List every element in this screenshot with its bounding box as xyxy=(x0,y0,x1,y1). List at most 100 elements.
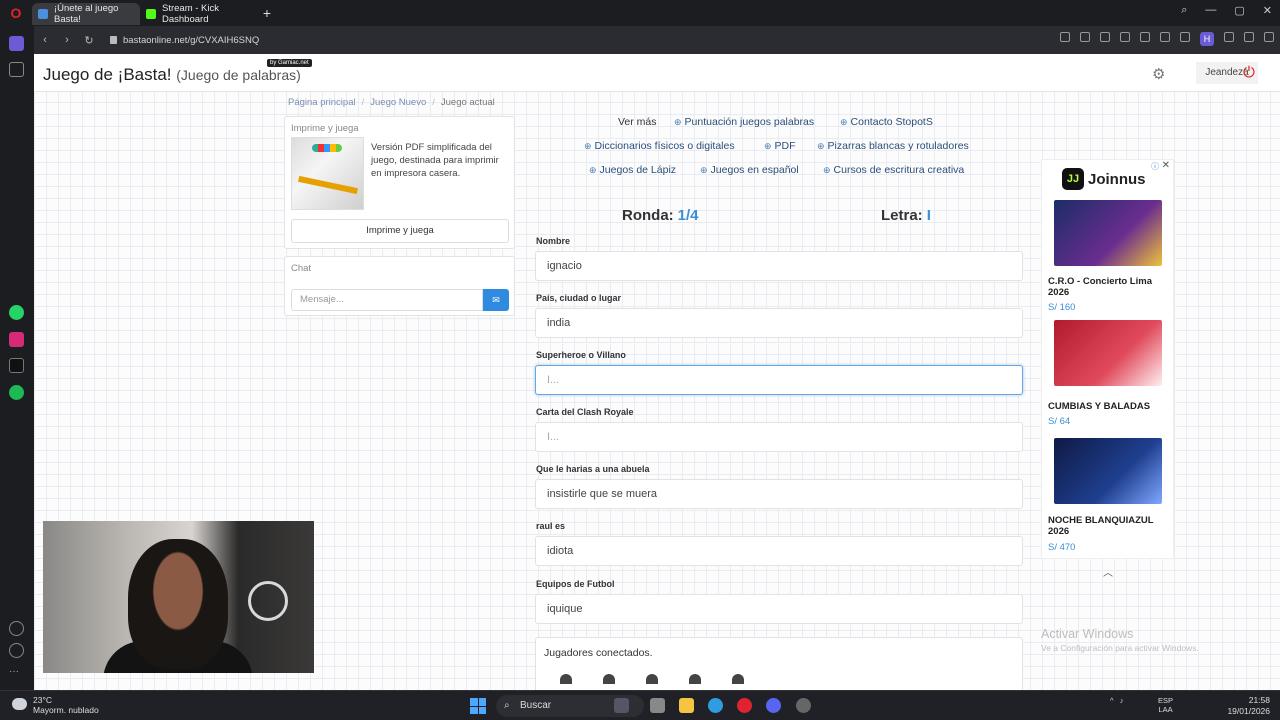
url-field[interactable]: bastaonline.net/g/CVXAIH6SNQ xyxy=(110,35,259,46)
search-tabs-icon[interactable]: ⌕ xyxy=(1181,4,1187,17)
pdf-link[interactable]: ⊕ PDF xyxy=(764,140,796,152)
ad-image-noche[interactable] xyxy=(1054,438,1162,504)
player-avatar-icon[interactable] xyxy=(646,674,658,684)
puntuacion-link[interactable]: ⊕ Puntuación juegos palabras xyxy=(674,116,814,128)
system-clock[interactable]: 21:58 19/01/2026 xyxy=(1227,695,1270,717)
history-icon[interactable] xyxy=(9,643,24,658)
heart-icon[interactable] xyxy=(1140,32,1150,42)
breadcrumb-home[interactable]: Página principal xyxy=(288,97,356,108)
site-title[interactable]: Juego de ¡Basta! (Juego de palabras) xyxy=(43,65,301,85)
spotify-icon[interactable] xyxy=(9,385,24,400)
wifi-icon[interactable] xyxy=(1224,32,1234,42)
opera-icon[interactable] xyxy=(737,698,752,713)
ad-image-cro[interactable] xyxy=(1054,200,1162,266)
play-icon[interactable] xyxy=(1120,32,1130,42)
opera-logo-icon[interactable]: O xyxy=(0,0,32,26)
lapiz-link[interactable]: ⊕ Juegos de Lápiz xyxy=(589,164,676,176)
ad-item-name[interactable]: C.R.O - Concierto Lima 2026 xyxy=(1048,276,1170,298)
breadcrumb-new-game[interactable]: Juego Nuevo xyxy=(370,97,426,108)
weather-temp: 23°C xyxy=(33,695,52,705)
maximize-button[interactable]: ▢ xyxy=(1234,4,1244,17)
field-abuela[interactable]: insistirle que se muera xyxy=(535,479,1023,509)
forward-button[interactable]: › xyxy=(56,34,78,46)
message-icon: ✉ xyxy=(492,295,500,305)
new-tab-button[interactable]: + xyxy=(258,4,276,22)
language-indicator[interactable]: ESP LAA xyxy=(1158,696,1173,714)
share-icon[interactable] xyxy=(1060,32,1070,42)
print-panel: Imprime y juega Versión PDF simplificada… xyxy=(284,116,515,249)
ad-info-icon[interactable]: ⓘ xyxy=(1151,161,1159,172)
link-icon: ⊕ xyxy=(584,141,592,151)
ver-mas-link[interactable]: Ver más xyxy=(618,116,657,128)
heart-icon[interactable] xyxy=(9,621,24,636)
player-avatar-icon[interactable] xyxy=(603,674,615,684)
task-view-icon[interactable] xyxy=(650,698,665,713)
gear-icon[interactable]: ⚙ xyxy=(1152,65,1165,83)
joinnus-logo-icon: JJ xyxy=(1062,168,1084,190)
power-icon[interactable]: ⏻ xyxy=(1243,64,1255,81)
home-icon[interactable] xyxy=(9,36,24,51)
whatsapp-icon[interactable] xyxy=(9,305,24,320)
breadcrumb: Página principal / Juego Nuevo / Juego a… xyxy=(288,97,495,108)
chat-send-button[interactable]: ✉ xyxy=(483,289,509,311)
connected-players-panel: Jugadores conectados. xyxy=(535,637,1023,690)
ad-close-icon[interactable]: ✕ xyxy=(1162,160,1170,171)
instagram-icon[interactable] xyxy=(9,332,24,347)
round-label: Ronda: xyxy=(622,207,674,224)
ad-image-cumbias[interactable] xyxy=(1054,320,1162,386)
reload-button[interactable]: ↻ xyxy=(78,34,100,47)
link-label: Juegos de Lápiz xyxy=(599,164,677,176)
tab-kick-dashboard[interactable]: Stream - Kick Dashboard xyxy=(140,3,258,25)
ad-item-name[interactable]: CUMBIAS Y BALADAS xyxy=(1048,401,1170,412)
letter-label: Letra: xyxy=(881,207,923,224)
close-window-button[interactable]: ✕ xyxy=(1263,4,1272,17)
field-superheroe[interactable]: I... xyxy=(535,365,1023,395)
menu-icon[interactable] xyxy=(1180,32,1190,42)
x-twitter-icon[interactable] xyxy=(9,358,24,373)
field-raul[interactable]: idiota xyxy=(535,536,1023,566)
lang-secondary: LAA xyxy=(1158,705,1173,714)
field-pais[interactable]: india xyxy=(535,308,1023,338)
settings-icon[interactable] xyxy=(1244,32,1254,42)
file-explorer-icon[interactable] xyxy=(679,698,694,713)
weather-widget[interactable]: 23°C Mayorm. nublado xyxy=(33,695,99,715)
diccionarios-link[interactable]: ⊕ Diccionarios físicos o digitales xyxy=(584,140,735,152)
print-button[interactable]: Imprime y juega xyxy=(291,219,509,243)
field-futbol[interactable]: iquique xyxy=(535,594,1023,624)
extension-h-icon[interactable]: H xyxy=(1200,32,1214,46)
star-icon[interactable] xyxy=(9,62,24,77)
print-description: Versión PDF simplificada del juego, dest… xyxy=(371,142,499,179)
steam-icon[interactable] xyxy=(796,698,811,713)
field-nombre[interactable]: ignacio xyxy=(535,251,1023,281)
pizarras-link[interactable]: ⊕ Pizarras blancas y rotuladores xyxy=(817,140,969,152)
edge-icon[interactable] xyxy=(708,698,723,713)
chat-input[interactable]: Mensaje... xyxy=(291,289,483,311)
espanol-link[interactable]: ⊕ Juegos en español xyxy=(700,164,799,176)
tab-basta[interactable]: ¡Únete al juego Basta! xyxy=(32,3,140,25)
player-avatar-icon[interactable] xyxy=(560,674,572,684)
download-icon[interactable] xyxy=(1160,32,1170,42)
field-clash-royale[interactable]: I... xyxy=(535,422,1023,452)
chevron-up-icon[interactable]: ︿ xyxy=(1103,564,1113,579)
player-avatar-icon[interactable] xyxy=(689,674,701,684)
profile-icon[interactable] xyxy=(1264,32,1274,42)
discord-icon[interactable] xyxy=(766,698,781,713)
site-header: Juego de ¡Basta! (Juego de palabras) by … xyxy=(34,54,1280,92)
tab-label: Stream - Kick Dashboard xyxy=(162,3,220,25)
minimize-button[interactable]: — xyxy=(1205,4,1216,17)
windows-start-icon[interactable] xyxy=(470,698,486,714)
camera-icon[interactable] xyxy=(1080,32,1090,42)
more-icon[interactable]: ··· xyxy=(9,666,24,681)
clock-date: 19/01/2026 xyxy=(1227,706,1270,716)
field-label-superheroe: Superheroe o Villano xyxy=(536,350,626,360)
back-button[interactable]: ‹ xyxy=(34,34,56,46)
cursos-link[interactable]: ⊕ Cursos de escritura creativa xyxy=(823,164,964,176)
landscape-app-icon[interactable] xyxy=(614,698,629,713)
tray-icons[interactable]: ^ ♪ xyxy=(1110,696,1124,705)
print-thumbnail[interactable] xyxy=(291,137,364,210)
player-avatar-icon[interactable] xyxy=(732,674,744,684)
contacto-link[interactable]: ⊕ Contacto StopotS xyxy=(840,116,933,128)
shield-icon[interactable] xyxy=(1100,32,1110,42)
joinnus-ad[interactable]: ⓘ ✕ JJ Joinnus C.R.O - Concierto Lima 20… xyxy=(1041,159,1174,559)
ad-item-name[interactable]: NOCHE BLANQUIAZUL 2026 xyxy=(1048,515,1170,537)
